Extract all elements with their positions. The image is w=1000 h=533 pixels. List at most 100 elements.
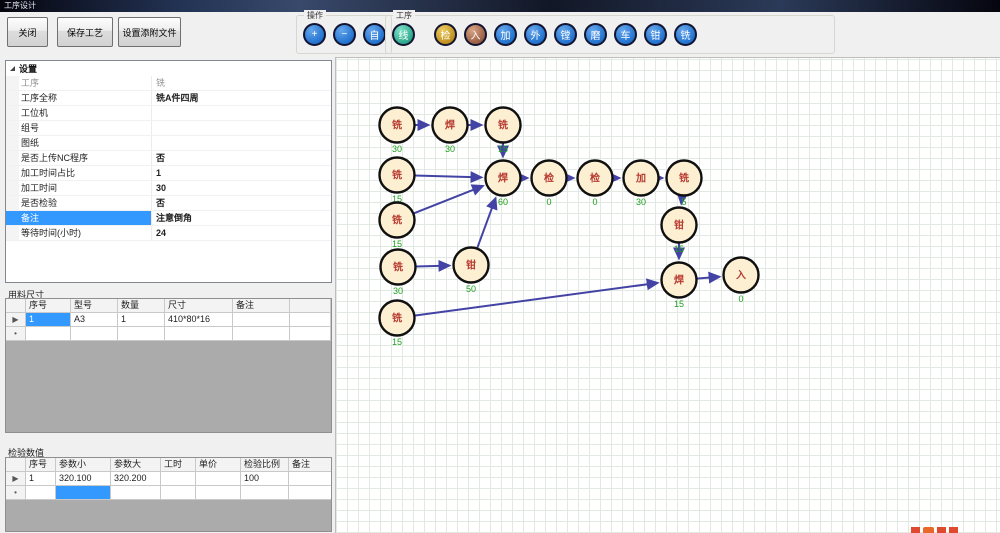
grid-cell[interactable]: [241, 486, 289, 500]
grid-cell[interactable]: [233, 327, 290, 341]
flow-node-铣[interactable]: 铣30: [380, 108, 415, 155]
table-row[interactable]: ▶1320.100320.200 100: [6, 472, 331, 486]
flow-node-铣[interactable]: 铣5: [667, 161, 702, 208]
property-row-加工时间[interactable]: 加工时间30: [6, 181, 331, 196]
tool-button-自[interactable]: 自: [363, 23, 386, 46]
property-value[interactable]: 铣A件四周: [152, 91, 331, 105]
property-value[interactable]: 1: [152, 166, 331, 180]
tool-button-铣[interactable]: 铣: [674, 23, 697, 46]
grid-cell[interactable]: A3: [71, 313, 118, 327]
property-row-工序全称[interactable]: 工序全称铣A件四周: [6, 91, 331, 106]
grid-cell[interactable]: 备注: [233, 299, 290, 313]
flow-node-检[interactable]: 检0: [578, 161, 613, 208]
settings-category-row[interactable]: 设置: [6, 61, 331, 76]
property-label[interactable]: 组号: [6, 121, 152, 135]
property-label[interactable]: 等待时间(小时): [6, 226, 152, 240]
property-label[interactable]: 工序全称: [6, 91, 152, 105]
row-header[interactable]: ▶: [6, 472, 26, 486]
tool-button-−[interactable]: −: [333, 23, 356, 46]
grid-cell[interactable]: 320.200: [111, 472, 161, 486]
tool-button-入[interactable]: 入: [464, 23, 487, 46]
grid-cell[interactable]: [165, 327, 233, 341]
property-value[interactable]: 30: [152, 181, 331, 195]
property-value[interactable]: 否: [152, 196, 331, 210]
property-value[interactable]: [152, 136, 331, 150]
property-label[interactable]: 工位机: [6, 106, 152, 120]
grid-cell[interactable]: [56, 486, 111, 500]
flow-node-焊[interactable]: 焊60: [486, 161, 521, 208]
property-value[interactable]: 24: [152, 226, 331, 240]
grid-cell[interactable]: [290, 327, 331, 341]
tool-button-+[interactable]: +: [303, 23, 326, 46]
property-row-是否上传NC程序[interactable]: 是否上传NC程序否: [6, 151, 331, 166]
new-row[interactable]: •: [6, 327, 331, 341]
flow-node-铣[interactable]: 铣15: [380, 203, 415, 250]
flow-node-入[interactable]: 入0: [724, 258, 759, 305]
grid-cell[interactable]: [289, 472, 332, 486]
tool-button-线[interactable]: 线: [392, 23, 415, 46]
grid-cell[interactable]: 320.100: [56, 472, 111, 486]
grid-cell[interactable]: 型号: [71, 299, 118, 313]
row-header[interactable]: •: [6, 327, 26, 341]
grid-cell[interactable]: 序号: [26, 458, 56, 472]
row-header[interactable]: [6, 458, 26, 472]
property-row-工序[interactable]: 工序铣: [6, 76, 331, 91]
grid-cell[interactable]: 1: [26, 472, 56, 486]
grid-cell[interactable]: [233, 313, 290, 327]
property-row-加工时间占比[interactable]: 加工时间占比1: [6, 166, 331, 181]
property-label[interactable]: 加工时间: [6, 181, 152, 195]
property-label[interactable]: 工序: [6, 76, 152, 90]
save-process-button[interactable]: 保存工艺: [57, 17, 113, 47]
property-value[interactable]: 否: [152, 151, 331, 165]
property-label[interactable]: 图纸: [6, 136, 152, 150]
grid-cell[interactable]: 100: [241, 472, 289, 486]
tool-button-镗[interactable]: 镗: [554, 23, 577, 46]
grid-cell[interactable]: [196, 472, 241, 486]
property-row-等待时间(小时)[interactable]: 等待时间(小时)24: [6, 226, 331, 241]
grid-cell[interactable]: 1: [118, 313, 165, 327]
property-row-图纸[interactable]: 图纸: [6, 136, 331, 151]
grid-cell[interactable]: [290, 299, 331, 313]
grid-cell[interactable]: [71, 327, 118, 341]
property-value[interactable]: 注意倒角: [152, 211, 331, 225]
flow-node-加[interactable]: 加30: [624, 161, 659, 208]
grid-cell[interactable]: 序号: [26, 299, 71, 313]
property-row-工位机[interactable]: 工位机: [6, 106, 331, 121]
tool-button-车[interactable]: 车: [614, 23, 637, 46]
grid-cell[interactable]: [161, 486, 196, 500]
row-header[interactable]: [6, 299, 26, 313]
row-header[interactable]: ▶: [6, 313, 26, 327]
property-value[interactable]: [152, 121, 331, 135]
property-row-备注[interactable]: 备注注意倒角: [6, 211, 331, 226]
flow-canvas[interactable]: 铣30焊30铣15铣15铣15铣30钳50铣15焊60检0检0加30铣5钳15焊…: [335, 57, 1000, 533]
close-button[interactable]: 关闭: [7, 17, 48, 47]
grid-cell[interactable]: [26, 327, 71, 341]
tool-button-钳[interactable]: 钳: [644, 23, 667, 46]
grid-cell[interactable]: 单价: [196, 458, 241, 472]
flow-node-铣[interactable]: 铣30: [381, 250, 416, 297]
grid-cell[interactable]: 参数小: [56, 458, 111, 472]
grid-cell[interactable]: 检验比例: [241, 458, 289, 472]
grid-cell[interactable]: [196, 486, 241, 500]
table-row[interactable]: ▶1A31410*80*16: [6, 313, 331, 327]
grid-cell[interactable]: [111, 486, 161, 500]
grid-cell[interactable]: 410*80*16: [165, 313, 233, 327]
grid-cell[interactable]: [26, 486, 56, 500]
flow-node-铣[interactable]: 铣15: [380, 158, 415, 205]
property-label[interactable]: 加工时间占比: [6, 166, 152, 180]
property-row-是否检验[interactable]: 是否检验否: [6, 196, 331, 211]
flow-node-铣[interactable]: 铣15: [380, 301, 415, 348]
grid-cell[interactable]: [118, 327, 165, 341]
attach-file-button[interactable]: 设置添附文件: [118, 17, 181, 47]
grid-cell[interactable]: [289, 486, 332, 500]
grid-cell[interactable]: 尺寸: [165, 299, 233, 313]
property-label[interactable]: 是否上传NC程序: [6, 151, 152, 165]
tool-button-检[interactable]: 检: [434, 23, 457, 46]
grid-cell[interactable]: [161, 472, 196, 486]
flow-node-焊[interactable]: 焊15: [662, 263, 697, 310]
row-header[interactable]: •: [6, 486, 26, 500]
grid-cell[interactable]: 备注: [289, 458, 332, 472]
grid-cell[interactable]: 参数大: [111, 458, 161, 472]
property-label[interactable]: 备注: [6, 211, 152, 225]
grid-cell[interactable]: 工时: [161, 458, 196, 472]
